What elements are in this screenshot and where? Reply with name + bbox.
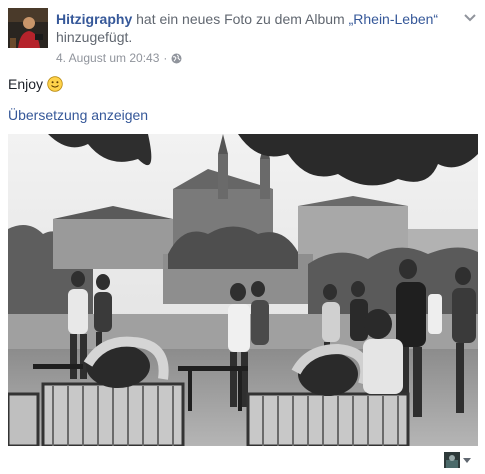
header-action-text: hat ein neues Foto zu dem Album xyxy=(132,11,349,27)
post-message: Enjoy xyxy=(8,76,44,92)
chevron-down-icon[interactable] xyxy=(463,10,477,24)
header-action-suffix: hinzugefügt. xyxy=(56,29,133,45)
album-link[interactable]: „Rhein-Leben“ xyxy=(349,11,439,27)
facebook-post: Hitzigraphy hat ein neues Foto zu dem Al… xyxy=(0,0,485,474)
post-meta: 4. August um 20:43 · xyxy=(56,51,182,65)
audience-selector[interactable] xyxy=(444,452,471,468)
post-header: Hitzigraphy hat ein neues Foto zu dem Al… xyxy=(56,10,451,46)
author-name[interactable]: Hitzigraphy xyxy=(56,11,132,27)
mini-avatar xyxy=(444,452,460,468)
globe-icon[interactable] xyxy=(171,53,182,64)
avatar[interactable] xyxy=(8,8,48,48)
caret-down-icon[interactable] xyxy=(463,457,471,463)
post-text: Enjoy xyxy=(8,76,63,92)
post-photo[interactable] xyxy=(8,134,478,446)
smile-emoji-icon xyxy=(47,76,63,92)
meta-separator: · xyxy=(163,51,168,65)
show-translation-link[interactable]: Übersetzung anzeigen xyxy=(8,107,148,123)
timestamp[interactable]: 4. August um 20:43 xyxy=(56,51,159,65)
